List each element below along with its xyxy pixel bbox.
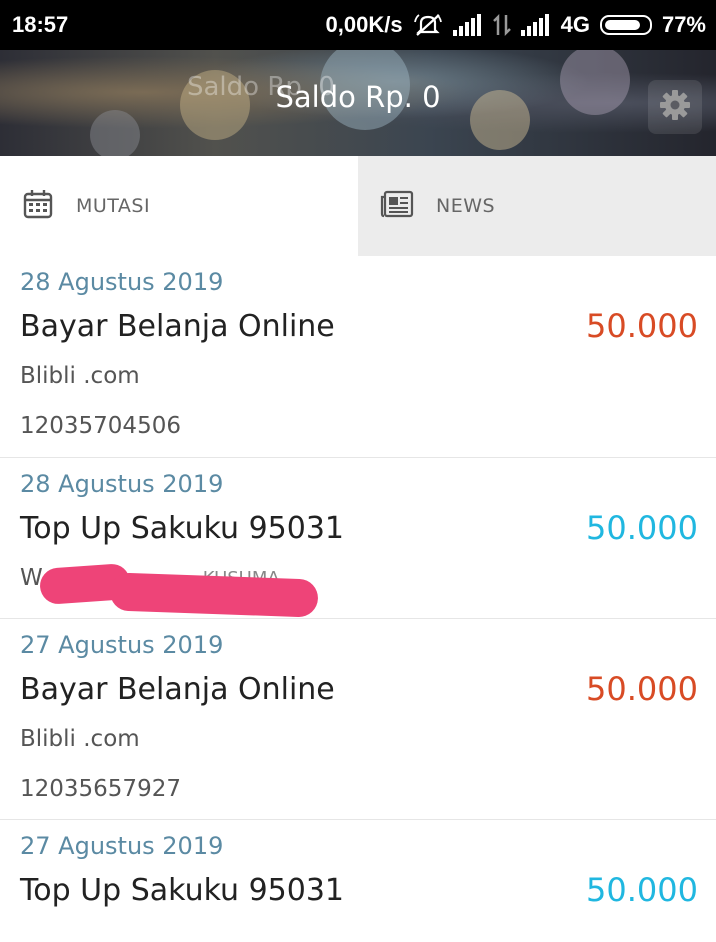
network-type: 4G [560, 12, 590, 37]
battery-percent: 77% [661, 12, 706, 37]
status-right-group: 0,00K/s 4G 77% [326, 12, 706, 38]
transaction-item[interactable]: 27 Agustus 2019 Top Up Sakuku 95031 50.0… [0, 820, 716, 942]
transaction-title: Bayar Belanja Online [20, 671, 335, 707]
redaction-mark [109, 572, 319, 618]
data-arrows-icon [492, 13, 511, 37]
tab-bar: MUTASI NEWS [0, 156, 716, 256]
transaction-date: 27 Agustus 2019 [20, 832, 224, 860]
balance-header: Saldo Rp. 0 Saldo Rp. 0 [0, 50, 716, 156]
battery-icon [599, 15, 652, 35]
battery-fill [604, 20, 640, 30]
tab-news[interactable]: NEWS [358, 156, 716, 256]
transaction-title: Top Up Sakuku 95031 [20, 872, 345, 908]
status-time: 18:57 [12, 12, 69, 37]
tab-news-label: NEWS [436, 195, 496, 217]
newspaper-icon [380, 189, 414, 223]
transaction-title: Top Up Sakuku 95031 [20, 510, 345, 546]
transaction-amount: 50.000 [586, 307, 698, 345]
signal-icon [520, 14, 551, 36]
transaction-date: 28 Agustus 2019 [20, 268, 224, 296]
gear-icon [658, 88, 692, 126]
tab-mutasi-label: MUTASI [76, 195, 151, 217]
mute-notification-icon [413, 12, 443, 38]
calendar-icon [22, 188, 54, 224]
transaction-item[interactable]: 27 Agustus 2019 Bayar Belanja Online 50.… [0, 619, 716, 820]
status-bar: 18:57 0,00K/s 4G 77% [0, 0, 716, 50]
transaction-merchant: Blibli .com [20, 726, 140, 752]
transaction-list: 28 Agustus 2019 Bayar Belanja Online 50.… [0, 256, 716, 942]
transaction-item[interactable]: 28 Agustus 2019 Bayar Belanja Online 50.… [0, 256, 716, 458]
transaction-date: 28 Agustus 2019 [20, 470, 224, 498]
transaction-title: Bayar Belanja Online [20, 308, 335, 344]
settings-button[interactable] [648, 80, 702, 134]
transaction-reference: 12035657927 [20, 776, 181, 802]
balance-amount: Saldo Rp. 0 [275, 80, 441, 114]
signal-icon [452, 14, 483, 36]
network-speed: 0,00K/s [325, 12, 403, 37]
tab-mutasi[interactable]: MUTASI [0, 156, 358, 256]
transaction-amount: 50.000 [586, 670, 698, 708]
transaction-reference: 12035704506 [20, 413, 181, 439]
transaction-amount: 50.000 [586, 509, 698, 547]
transaction-merchant: Blibli .com [20, 363, 140, 389]
bokeh-light [90, 110, 140, 156]
transaction-date: 27 Agustus 2019 [20, 631, 224, 659]
transaction-amount: 50.000 [586, 871, 698, 909]
transaction-item[interactable]: 28 Agustus 2019 Top Up Sakuku 95031 50.0… [0, 458, 716, 619]
